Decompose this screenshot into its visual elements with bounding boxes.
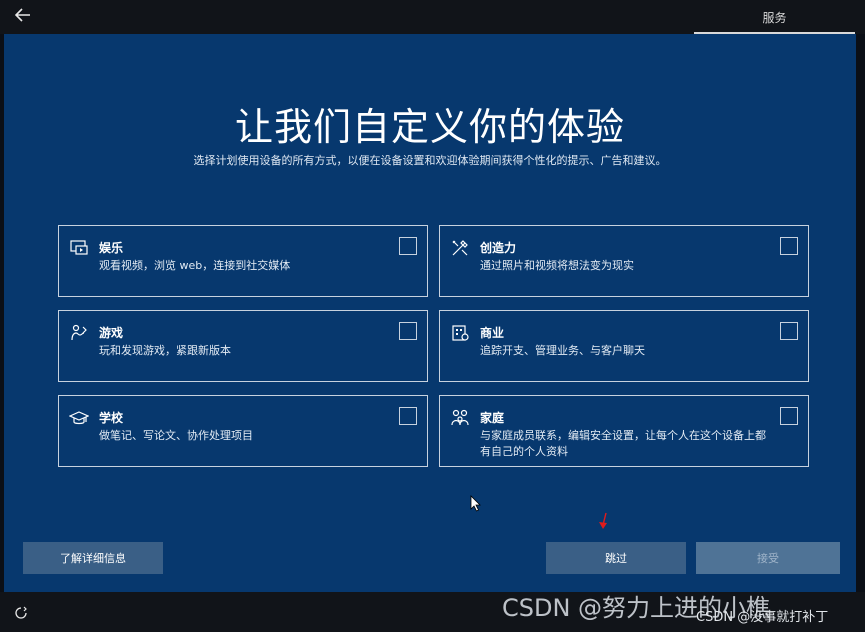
- annotation-arrow-icon: [599, 512, 607, 529]
- option-description: 玩和发现游戏，紧跟新版本: [99, 344, 231, 357]
- oobe-window: 服务 让我们自定义你的体验 选择计划使用设备的所有方式，以便在设备设置和欢迎体验…: [0, 0, 865, 632]
- option-checkbox[interactable]: [780, 322, 798, 340]
- ease-of-access-icon[interactable]: [14, 606, 28, 620]
- page-title: 让我们自定义你的体验: [234, 105, 625, 149]
- business-icon: [450, 323, 470, 343]
- option-card-family[interactable]: 家庭 与家庭成员联系，编辑安全设置，让每个人在这个设备上都有自己的个人资料: [439, 395, 809, 467]
- option-label: 游戏: [99, 326, 124, 340]
- family-icon: [450, 408, 470, 428]
- option-card-gaming[interactable]: 游戏 玩和发现游戏，紧跟新版本: [58, 310, 428, 382]
- back-button[interactable]: [10, 6, 36, 28]
- option-card-creativity[interactable]: 创造力 通过照片和视频将想法变为现实: [439, 225, 809, 297]
- option-label: 商业: [480, 326, 505, 340]
- option-label: 家庭: [480, 411, 505, 425]
- gaming-icon: [69, 323, 89, 343]
- back-arrow-icon: [14, 8, 31, 26]
- option-checkbox[interactable]: [780, 407, 798, 425]
- main-panel: 让我们自定义你的体验 选择计划使用设备的所有方式，以便在设备设置和欢迎体验期间获…: [4, 34, 856, 592]
- skip-button[interactable]: 跳过: [546, 542, 686, 574]
- tab-services-label: 服务: [762, 10, 787, 25]
- option-label: 娱乐: [99, 241, 124, 255]
- option-card-entertainment[interactable]: 娱乐 观看视频，浏览 web，连接到社交媒体: [58, 225, 428, 297]
- option-checkbox[interactable]: [780, 237, 798, 255]
- top-bar: 服务: [0, 0, 865, 34]
- learn-more-button[interactable]: 了解详细信息: [23, 542, 163, 574]
- watermark-text-small: CSDN @没事就打补丁: [696, 610, 829, 625]
- option-description: 与家庭成员联系，编辑安全设置，让每个人在这个设备上都有自己的个人资料: [480, 429, 766, 458]
- school-icon: [69, 408, 89, 428]
- option-label: 学校: [99, 411, 124, 425]
- tab-services[interactable]: 服务: [694, 0, 855, 34]
- creativity-icon: [450, 238, 470, 258]
- option-checkbox[interactable]: [399, 237, 417, 255]
- mouse-cursor-icon: [470, 495, 481, 512]
- entertainment-icon: [69, 238, 89, 258]
- option-description: 通过照片和视频将想法变为现实: [480, 259, 634, 272]
- option-card-school[interactable]: 学校 做笔记、写论文、协作处理项目: [58, 395, 428, 467]
- option-description: 追踪开支、管理业务、与客户聊天: [480, 344, 645, 357]
- accept-button[interactable]: 接受: [696, 542, 840, 574]
- option-description: 做笔记、写论文、协作处理项目: [99, 429, 253, 442]
- option-label: 创造力: [480, 241, 517, 255]
- option-card-business[interactable]: 商业 追踪开支、管理业务、与客户聊天: [439, 310, 809, 382]
- option-description: 观看视频，浏览 web，连接到社交媒体: [99, 259, 291, 272]
- option-checkbox[interactable]: [399, 407, 417, 425]
- option-checkbox[interactable]: [399, 322, 417, 340]
- page-subtitle: 选择计划使用设备的所有方式，以便在设备设置和欢迎体验期间获得个性化的提示、广告和…: [193, 154, 667, 167]
